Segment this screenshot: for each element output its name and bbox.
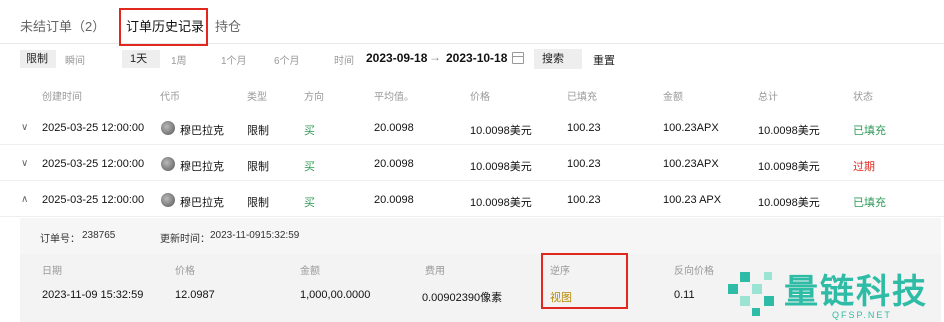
row-type: 限制 <box>247 125 269 137</box>
reset-button[interactable]: 重置 <box>593 52 615 68</box>
row-side: 买 <box>304 161 315 173</box>
row-token: 穆巴拉克 <box>180 161 224 173</box>
row-average: 20.0098 <box>374 158 414 170</box>
col-token: 代币 <box>160 92 180 103</box>
order-number: 238765 <box>82 230 116 241</box>
table-row[interactable]: ∨ 2025-03-25 12:00:00 穆巴拉克 限制 买 20.0098 … <box>0 111 944 145</box>
expand-chevron-icon[interactable]: ∨ <box>21 122 28 133</box>
table-row[interactable]: ∨ 2025-03-25 12:00:00 穆巴拉克 限制 买 20.0098 … <box>0 147 944 181</box>
fill-fee: 0.00902390像素 <box>422 292 503 304</box>
order-type-filter[interactable]: 限制 <box>20 50 56 68</box>
updated-time-label: 更新时间： <box>160 234 210 245</box>
start-date-input[interactable]: 2023-09-18 <box>366 51 427 65</box>
token-coin-icon <box>161 193 175 207</box>
fill-date: 2023-11-09 15:32:59 <box>42 289 144 301</box>
row-amount: 100.23APX <box>663 122 719 134</box>
row-created-time: 2025-03-25 12:00:00 <box>42 194 145 206</box>
fill-col-date: 日期 <box>42 266 62 277</box>
row-price: 10.0098美元 <box>470 125 532 137</box>
order-number-label: 订单号： <box>40 234 80 245</box>
token-coin-icon <box>161 157 175 171</box>
row-filled: 100.23 <box>567 158 601 170</box>
brand-logo-icon <box>728 272 774 316</box>
search-button[interactable]: 搜索 <box>534 49 582 69</box>
active-tab-highlight <box>119 8 208 46</box>
row-total: 10.0098美元 <box>758 161 820 173</box>
fill-price: 12.0987 <box>175 289 215 301</box>
row-created-time: 2025-03-25 12:00:00 <box>42 158 145 170</box>
row-status: 已填充 <box>853 125 886 137</box>
tab-open-orders[interactable]: 未结订单（2） <box>20 16 105 35</box>
fill-col-price: 价格 <box>175 266 195 277</box>
col-price: 价格 <box>470 92 490 103</box>
row-created-time: 2025-03-25 12:00:00 <box>42 122 145 134</box>
row-total: 10.0098美元 <box>758 125 820 137</box>
calendar-icon[interactable] <box>512 52 524 64</box>
row-average: 20.0098 <box>374 194 414 206</box>
fill-amount: 1,000,00.0000 <box>300 289 371 301</box>
col-filled: 已填充 <box>567 92 597 103</box>
end-date-input[interactable]: 2023-10-18 <box>446 51 507 65</box>
range-1d-button[interactable]: 1天 <box>122 50 160 68</box>
watermark: 量链科技 QFSP.NET <box>724 262 944 322</box>
row-average: 20.0098 <box>374 122 414 134</box>
row-status: 过期 <box>853 161 875 173</box>
time-label: 时间 <box>334 56 354 67</box>
row-price: 10.0098美元 <box>470 197 532 209</box>
range-6m-button[interactable]: 6个月 <box>274 52 300 67</box>
col-average: 平均值。 <box>374 92 414 103</box>
row-type: 限制 <box>247 197 269 209</box>
row-side: 买 <box>304 197 315 209</box>
col-created-time: 创建时间 <box>42 92 82 103</box>
collapse-chevron-icon[interactable]: ∧ <box>21 194 28 205</box>
expand-chevron-icon[interactable]: ∨ <box>21 158 28 169</box>
row-filled: 100.23 <box>567 122 601 134</box>
filter-bar: 限制 瞬间 1天 1周 1个月 6个月 时间 2023-09-18 → 2023… <box>0 48 944 72</box>
row-token: 穆巴拉克 <box>180 197 224 209</box>
date-range-arrow: → <box>429 50 441 64</box>
row-price: 10.0098美元 <box>470 161 532 173</box>
reverse-column-highlight <box>541 253 628 309</box>
row-status: 已填充 <box>853 197 886 209</box>
token-coin-icon <box>161 121 175 135</box>
range-label: 瞬间 <box>65 56 85 67</box>
fill-reverse-price: 0.11 <box>674 289 695 301</box>
col-status: 状态 <box>853 92 873 103</box>
fill-col-amount: 金额 <box>300 266 320 277</box>
fill-col-fee: 费用 <box>425 266 445 277</box>
table-row[interactable]: ∧ 2025-03-25 12:00:00 穆巴拉克 限制 买 20.0098 … <box>0 183 944 217</box>
row-type: 限制 <box>247 161 269 173</box>
col-amount: 金额 <box>663 92 683 103</box>
col-type: 类型 <box>247 92 267 103</box>
col-side: 方向 <box>304 92 324 103</box>
col-total: 总计 <box>758 92 778 103</box>
row-side: 买 <box>304 125 315 137</box>
tab-positions[interactable]: 持仓 <box>215 16 241 35</box>
range-1m-button[interactable]: 1个月 <box>221 52 247 67</box>
row-amount: 100.23 APX <box>663 194 722 206</box>
row-filled: 100.23 <box>567 194 601 206</box>
row-total: 10.0098美元 <box>758 197 820 209</box>
fill-col-reverse-price: 反向价格 <box>674 266 714 277</box>
brand-name: 量链科技 <box>784 273 928 311</box>
updated-time: 2023-11-0915:32:59 <box>210 230 300 241</box>
range-1w-button[interactable]: 1周 <box>171 52 187 67</box>
row-amount: 100.23APX <box>663 158 719 170</box>
row-token: 穆巴拉克 <box>180 125 224 137</box>
brand-url: QFSP.NET <box>832 310 892 320</box>
